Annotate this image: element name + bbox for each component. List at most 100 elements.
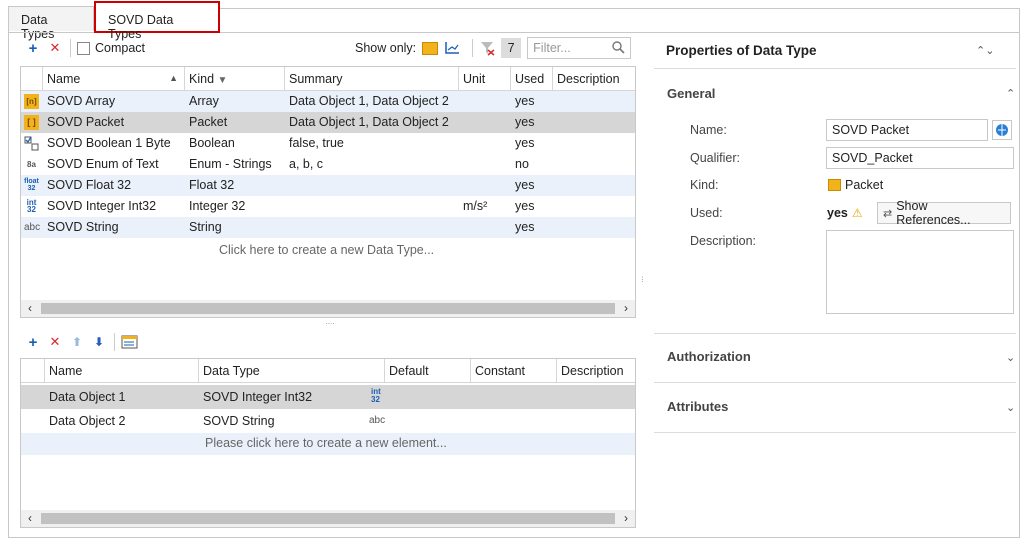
vertical-splitter-grip[interactable]: ...	[640, 276, 649, 292]
cell-unit	[459, 217, 467, 238]
cell-kind: String	[189, 220, 222, 234]
table-row[interactable]: Data Object 2 SOVD String abc	[21, 409, 635, 433]
name-label: Name:	[690, 123, 727, 137]
cell-name: SOVD Enum of Text	[47, 157, 159, 171]
qualifier-field[interactable]: SOVD_Packet	[826, 147, 1014, 169]
folder-filter-icon[interactable]	[422, 41, 439, 55]
scroll-right-icon[interactable]: ›	[619, 301, 633, 315]
enum-icon: 8a	[27, 160, 36, 169]
table-row[interactable]: abc SOVD String String yes	[21, 217, 635, 238]
add-element-button[interactable]: +	[24, 333, 42, 351]
horizontal-scrollbar[interactable]: ‹ ›	[21, 300, 635, 317]
table-header: Name Data Type Default Constant Descript…	[21, 359, 635, 383]
panel-divider	[654, 432, 1016, 433]
tab-data-types[interactable]: Data Types	[8, 6, 94, 41]
kind-value-text: Packet	[845, 178, 884, 192]
globe-icon[interactable]	[992, 120, 1012, 140]
properties-grid-icon[interactable]	[121, 334, 139, 350]
add-type-button[interactable]: +	[24, 39, 42, 57]
types-toolbar: + ✕ Compact	[24, 38, 145, 58]
tab-divider	[220, 32, 1020, 33]
cell-used: yes	[515, 115, 535, 129]
filter-input[interactable]: Filter...	[527, 37, 632, 59]
column-header-name[interactable]: Name	[45, 359, 199, 383]
delete-type-button[interactable]: ✕	[46, 39, 64, 57]
toolbar-separator	[472, 39, 474, 57]
packet-icon: [ ]	[24, 115, 39, 130]
panel-divider	[654, 68, 1016, 69]
column-header-description[interactable]: Description	[557, 359, 635, 383]
scroll-left-icon[interactable]: ‹	[23, 511, 37, 525]
table-row[interactable]: float 32 SOVD Float 32 Float 32 yes	[21, 175, 635, 196]
cell-unit	[459, 175, 467, 196]
chevron-down-icon[interactable]: ⌄	[1006, 351, 1015, 364]
used-label: Used:	[690, 206, 723, 220]
name-field[interactable]: SOVD Packet	[826, 119, 988, 141]
move-up-button[interactable]: ⬆	[68, 333, 86, 351]
delete-element-button[interactable]: ✕	[46, 333, 64, 351]
qualifier-label: Qualifier:	[690, 151, 741, 165]
chart-filter-icon[interactable]	[444, 41, 460, 55]
chevron-up-icon[interactable]: ⌃	[1006, 87, 1015, 100]
compact-label: Compact	[95, 41, 146, 55]
cell-kind: Float 32	[189, 178, 235, 192]
warning-icon: ⚠	[851, 206, 863, 220]
column-header-kind[interactable]: Kind ▼	[185, 67, 285, 91]
cell-name: SOVD Boolean 1 Byte	[47, 136, 171, 150]
table-row[interactable]: Please click here to create a new elemen…	[21, 433, 635, 455]
cell-unit	[459, 133, 467, 154]
scrollbar-thumb[interactable]	[41, 513, 615, 524]
show-references-label: Show References...	[896, 199, 971, 227]
description-field[interactable]	[826, 230, 1014, 314]
elements-table: Name Data Type Default Constant Descript…	[20, 358, 636, 528]
filter-funnel-icon[interactable]: ▼	[218, 75, 228, 86]
column-header-description[interactable]: Description	[553, 67, 635, 91]
column-header-unit[interactable]: Unit	[459, 67, 511, 91]
authorization-section-title[interactable]: Authorization	[667, 349, 751, 364]
scroll-left-icon[interactable]: ‹	[23, 301, 37, 315]
column-header-summary[interactable]: Summary	[285, 67, 459, 91]
cell-name: Data Object 2	[49, 414, 126, 428]
horizontal-scrollbar[interactable]: ‹ ›	[21, 510, 635, 527]
elements-toolbar: + ✕ ⬆ ⬇	[24, 332, 139, 352]
chevron-down-icon[interactable]: ⌄	[1006, 401, 1015, 414]
clear-filter-icon[interactable]	[479, 40, 495, 56]
filter-count-badge: 7	[501, 38, 522, 58]
string-type-icon: abc	[369, 415, 386, 426]
references-icon: ⇄	[883, 207, 893, 220]
column-header-data-type[interactable]: Data Type	[199, 359, 385, 383]
create-type-hint[interactable]: Click here to create a new Data Type...	[219, 243, 434, 257]
search-icon	[611, 40, 625, 57]
table-row[interactable]: [n] SOVD Array Array Data Object 1, Data…	[21, 91, 635, 112]
column-header-used[interactable]: Used	[511, 67, 553, 91]
show-references-button[interactable]: ⇄ Show References...	[877, 199, 1011, 227]
create-element-hint[interactable]: Please click here to create a new elemen…	[205, 436, 447, 450]
horizontal-splitter-grip[interactable]: ....	[320, 318, 340, 326]
move-down-button[interactable]: ⬇	[90, 333, 108, 351]
cell-unit: m/s²	[463, 199, 488, 213]
toolbar-separator	[114, 333, 115, 351]
attributes-section-title[interactable]: Attributes	[667, 399, 728, 414]
table-row[interactable]: Data Object 1 SOVD Integer Int32 int 32	[21, 385, 635, 409]
tab-sovd-data-types[interactable]: SOVD Data Types	[94, 1, 220, 41]
table-row[interactable]: int 32 SOVD Integer Int32 Integer 32 m/s²…	[21, 196, 635, 217]
table-row[interactable]: SOVD Boolean 1 Byte Boolean false, true …	[21, 133, 635, 154]
column-header-name[interactable]: Name ▲	[43, 67, 185, 91]
used-value: yes ⚠	[827, 206, 863, 220]
general-section-title[interactable]: General	[667, 86, 715, 101]
cell-name: SOVD Float 32	[47, 178, 132, 192]
cell-name: SOVD Packet	[47, 115, 125, 129]
scroll-right-icon[interactable]: ›	[619, 511, 633, 525]
table-row[interactable]: 8a SOVD Enum of Text Enum - Strings a, b…	[21, 154, 635, 175]
table-row[interactable]: [ ] SOVD Packet Packet Data Object 1, Da…	[21, 112, 635, 133]
tab-divider	[8, 32, 94, 33]
collapse-all-icon[interactable]: ⌃⌄	[976, 44, 994, 57]
table-header: Name ▲ Kind ▼ Summary Unit Used Descript…	[21, 67, 635, 91]
kind-label: Kind:	[690, 178, 719, 192]
column-header-constant[interactable]: Constant	[471, 359, 557, 383]
integer-type-icon: int 32	[371, 387, 381, 404]
scrollbar-thumb[interactable]	[41, 303, 615, 314]
column-header-default[interactable]: Default	[385, 359, 471, 383]
compact-checkbox[interactable]	[77, 41, 90, 55]
cell-summary	[285, 217, 293, 238]
